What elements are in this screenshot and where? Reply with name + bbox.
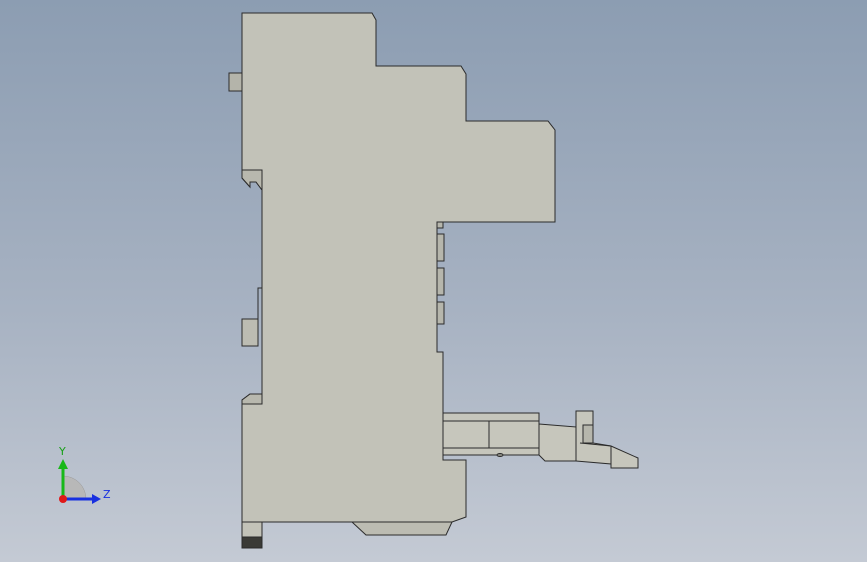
cad-viewport[interactable]: Y Z	[0, 0, 867, 562]
z-axis-arrow	[92, 494, 101, 504]
x-axis-dot	[59, 495, 67, 503]
notch	[436, 221, 444, 229]
latch-slot	[582, 424, 594, 444]
terminal-housing	[241, 521, 263, 538]
terminal-block[interactable]	[241, 536, 263, 549]
y-axis-arrow	[58, 459, 68, 469]
orientation-triad[interactable]: Y Z	[58, 445, 111, 504]
clip-bottom	[241, 393, 263, 405]
relay-socket-side-view[interactable]	[228, 12, 639, 549]
clip-top	[241, 169, 263, 192]
window-2	[436, 267, 445, 296]
y-axis-label: Y	[58, 445, 66, 458]
triad-arc	[62, 475, 87, 500]
window-1	[436, 233, 445, 262]
window-3	[436, 301, 445, 325]
side-knob	[228, 72, 243, 92]
bottom-foot	[350, 521, 453, 536]
left-tab	[241, 318, 259, 347]
z-axis-label: Z	[103, 488, 111, 501]
lever-pin	[496, 453, 504, 457]
lever-body	[442, 412, 540, 456]
